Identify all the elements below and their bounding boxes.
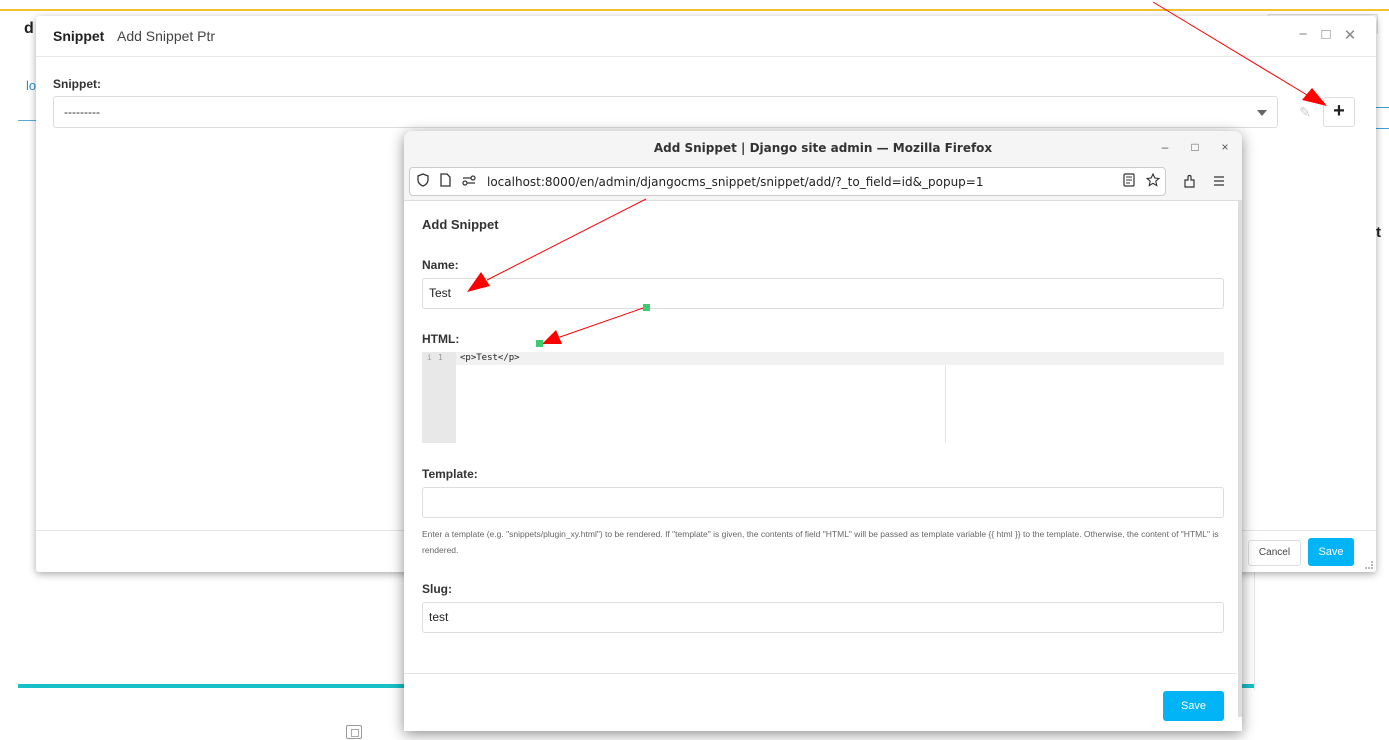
window-minimize-icon[interactable]: –: [1157, 140, 1173, 154]
minimize-icon[interactable]: −: [1294, 26, 1312, 43]
save-button[interactable]: Save: [1308, 538, 1354, 566]
scrollbar[interactable]: [1238, 201, 1242, 717]
background-heading-fragment: t: [1376, 224, 1381, 241]
extensions-icon[interactable]: [1180, 174, 1198, 191]
background-side-button[interactable]: [1375, 107, 1389, 129]
active-line: [456, 352, 1224, 365]
firefox-popup-window: Add Snippet | Django site admin — Mozill…: [404, 131, 1242, 731]
resize-handle[interactable]: [1365, 561, 1373, 569]
drag-marker-end: [536, 340, 543, 347]
navigation-bar: localhost:8000/en/admin/djangocms_snippe…: [404, 165, 1242, 201]
background-divider: [18, 120, 38, 121]
menu-icon[interactable]: [1210, 174, 1228, 191]
html-code-editor[interactable]: i 1 <p>Test</p>: [422, 352, 1224, 443]
form-footer-divider: [404, 673, 1237, 674]
snippet-select[interactable]: ---------: [53, 96, 1278, 128]
name-field-value: Test: [429, 286, 452, 300]
code-gutter: i 1: [422, 352, 456, 443]
modal-title: Snippet: [53, 28, 105, 44]
maximize-icon[interactable]: □: [1317, 26, 1335, 43]
chevron-down-icon: [1257, 110, 1267, 116]
add-snippet-button[interactable]: +: [1323, 97, 1355, 127]
url-text[interactable]: localhost:8000/en/admin/djangocms_snippe…: [487, 175, 983, 189]
window-titlebar: Add Snippet | Django site admin — Mozill…: [404, 131, 1242, 165]
info-icon: i: [427, 353, 432, 362]
slug-label: Slug:: [422, 582, 452, 596]
line-number: 1: [438, 353, 443, 362]
template-label: Template:: [422, 467, 478, 481]
popup-save-button[interactable]: Save: [1163, 691, 1224, 721]
snippet-field-label: Snippet:: [53, 77, 101, 91]
name-label: Name:: [422, 258, 459, 272]
permissions-icon[interactable]: [460, 173, 478, 190]
reader-view-icon[interactable]: [1120, 173, 1138, 190]
shield-icon[interactable]: [414, 173, 432, 190]
url-bar[interactable]: localhost:8000/en/admin/djangocms_snippe…: [409, 167, 1166, 196]
page-icon[interactable]: [436, 173, 454, 190]
top-accent-line: [0, 9, 1389, 11]
window-title: Add Snippet | Django site admin — Mozill…: [653, 141, 993, 155]
bookmark-star-icon[interactable]: [1144, 172, 1162, 190]
slug-field-value: test: [429, 610, 449, 624]
name-field[interactable]: Test: [422, 278, 1224, 309]
print-margin: [945, 365, 946, 443]
popup-page-content: Add Snippet Name: Test HTML: i 1 <p>Test…: [404, 201, 1237, 731]
drag-marker-start: [643, 304, 650, 311]
background-logo-letter: d: [24, 20, 34, 37]
html-label: HTML:: [422, 332, 460, 346]
modal-header: Snippet Add Snippet Ptr − □ ✕: [36, 16, 1376, 57]
template-help-text: Enter a template (e.g. "snippets/plugin_…: [422, 529, 1219, 555]
snippet-select-value: ---------: [64, 105, 100, 119]
document-icon[interactable]: [346, 725, 362, 739]
window-maximize-icon[interactable]: □: [1187, 140, 1203, 154]
background-link[interactable]: lo: [26, 78, 36, 93]
close-icon[interactable]: ✕: [1341, 26, 1359, 44]
cancel-button[interactable]: Cancel: [1248, 540, 1301, 566]
window-close-icon[interactable]: ×: [1217, 140, 1233, 154]
template-field[interactable]: [422, 487, 1224, 518]
modal-breadcrumb: Add Snippet Ptr: [117, 28, 216, 44]
page-title: Add Snippet: [422, 217, 499, 232]
edit-snippet-button[interactable]: ✎: [1290, 97, 1320, 127]
code-content[interactable]: <p>Test</p>: [460, 353, 520, 363]
slug-field[interactable]: test: [422, 602, 1224, 633]
